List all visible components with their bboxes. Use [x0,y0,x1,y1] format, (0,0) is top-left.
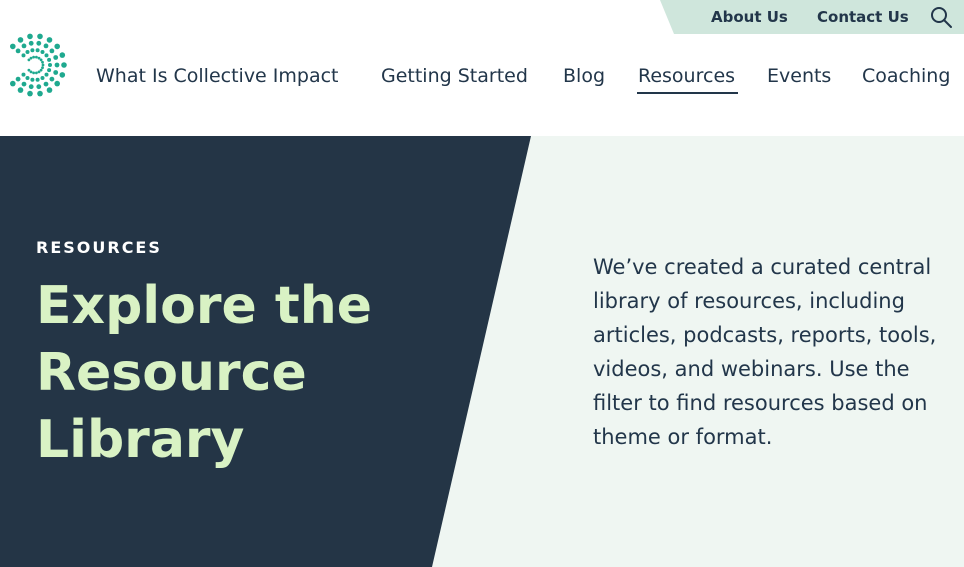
utility-bar [660,0,964,34]
about-us-link[interactable]: About Us [711,8,788,26]
hero-title: Explore the Resource Library [36,276,372,470]
nav-resources[interactable]: Resources [638,65,735,87]
hero-dark-panel: RESOURCES Explore the Resource Library [0,136,531,567]
hero-eyebrow: RESOURCES [36,238,162,257]
hero-description: We’ve created a curated central library … [593,255,937,449]
search-icon[interactable] [929,5,953,29]
contact-us-link[interactable]: Contact Us [817,8,909,26]
nav-what-is-collective-impact[interactable]: What Is Collective Impact [96,65,339,87]
nav-active-underline [637,92,738,94]
hero-section: RESOURCES Explore the Resource Library W… [0,136,964,567]
nav-blog[interactable]: Blog [563,65,605,87]
nav-coaching[interactable]: Coaching [862,65,950,87]
nav-getting-started[interactable]: Getting Started [381,65,528,87]
nav-events[interactable]: Events [767,65,831,87]
logo-icon[interactable] [2,26,68,104]
